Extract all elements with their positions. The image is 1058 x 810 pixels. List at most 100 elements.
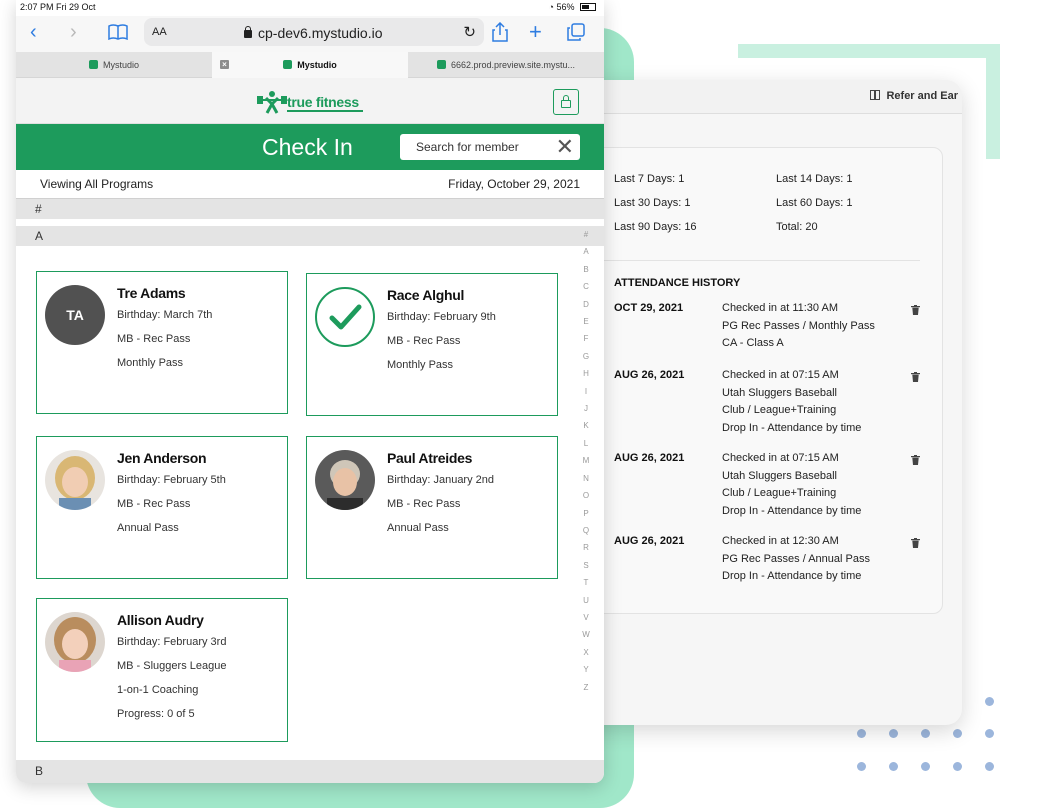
logo-text: true fitness	[287, 94, 359, 110]
status-bar: 2:07 PM Fri 29 Oct ◔ 56%	[16, 0, 604, 16]
tab-close-icon[interactable]: ×	[220, 60, 229, 69]
stat-last-90-days: Last 90 Days: 16	[614, 221, 697, 233]
checkmark-icon	[329, 304, 362, 330]
alphabet-index-letter[interactable]: P	[578, 505, 594, 522]
trash-icon[interactable]	[911, 372, 920, 382]
member-birthday: Birthday: January 2nd	[387, 474, 495, 486]
tab-mystudio-1[interactable]: Mystudio	[16, 52, 212, 78]
history-date: AUG 26, 2021	[614, 452, 685, 464]
history-line: Drop In - Attendance by time	[722, 570, 862, 582]
alphabet-index-letter[interactable]: R	[578, 539, 594, 556]
alphabet-index-letter[interactable]: U	[578, 592, 594, 609]
member-birthday: Birthday: February 3rd	[117, 636, 227, 648]
attendance-history-title: ATTENDANCE HISTORY	[614, 277, 741, 289]
gift-icon	[870, 90, 881, 100]
tabs-overview-icon[interactable]	[567, 23, 585, 41]
lock-button[interactable]	[553, 89, 579, 115]
history-line: PG Rec Passes / Monthly Pass	[722, 319, 875, 332]
member-pass: Annual Pass	[387, 522, 449, 534]
section-header-hash: #	[16, 199, 604, 219]
back-icon[interactable]: ‹	[30, 22, 37, 42]
alphabet-index-letter[interactable]: T	[578, 574, 594, 591]
battery-icon	[580, 3, 596, 11]
tab-mystudio-active[interactable]: × Mystudio	[212, 52, 408, 78]
alphabet-index-letter[interactable]: B	[578, 261, 594, 278]
member-name: Jen Anderson	[117, 450, 207, 466]
member-birthday: Birthday: February 5th	[117, 474, 226, 486]
decorative-dot	[985, 729, 994, 738]
member-card[interactable]: Race Alghul Birthday: February 9th MB - …	[306, 273, 558, 416]
history-line: Utah Sluggers Baseball	[722, 469, 837, 482]
check-in-bar: Check In Search for member ✕	[16, 124, 604, 170]
program-filter[interactable]: Viewing All Programs	[40, 177, 153, 191]
member-card[interactable]: Allison Audry Birthday: February 3rd MB …	[36, 598, 288, 742]
alphabet-index-letter[interactable]: F	[578, 330, 594, 347]
alphabet-index-letter[interactable]: W	[578, 626, 594, 643]
member-pass: Monthly Pass	[387, 359, 454, 371]
alphabet-index-letter[interactable]: X	[578, 644, 594, 661]
reader-aa-button[interactable]: AA	[152, 26, 167, 38]
tab-preview-site[interactable]: 6662.prod.preview.site.mystu...	[408, 52, 604, 78]
member-card[interactable]: Paul Atreides Birthday: January 2nd MB -…	[306, 436, 558, 579]
trash-icon[interactable]	[911, 538, 920, 548]
alphabet-index-letter[interactable]: J	[578, 400, 594, 417]
stats-divider	[598, 260, 920, 261]
address-bar[interactable]: AA cp-dev6.mystudio.io ↻	[144, 18, 484, 46]
member-pass: Annual Pass	[117, 522, 179, 534]
decorative-dot	[985, 762, 994, 771]
member-photo	[45, 450, 105, 510]
history-line: PG Rec Passes / Annual Pass	[722, 552, 870, 565]
member-pass: 1-on-1 Coaching	[117, 684, 199, 696]
reload-icon[interactable]: ↻	[463, 23, 476, 41]
alphabet-index-letter[interactable]: Q	[578, 522, 594, 539]
alphabet-index-letter[interactable]: S	[578, 557, 594, 574]
clear-search-icon[interactable]: ✕	[556, 135, 574, 159]
decorative-dot	[921, 729, 930, 738]
member-search-input[interactable]: Search for member ✕	[400, 134, 580, 160]
decorative-dot	[857, 729, 866, 738]
alphabet-index-letter[interactable]: A	[578, 243, 594, 260]
refer-and-earn-button[interactable]: Refer and Ear	[870, 90, 958, 102]
url-value: cp-dev6.mystudio.io	[258, 25, 383, 41]
alphabet-index-letter[interactable]: C	[578, 278, 594, 295]
bookmarks-icon[interactable]	[108, 24, 128, 40]
status-time: 2:07 PM Fri 29 Oct	[20, 2, 96, 12]
alphabet-index-letter[interactable]: L	[578, 435, 594, 452]
app-header: true fitness	[16, 78, 604, 124]
member-program: MB - Rec Pass	[387, 335, 461, 347]
trash-icon[interactable]	[911, 455, 920, 465]
member-card[interactable]: Jen Anderson Birthday: February 5th MB -…	[36, 436, 288, 579]
battery-percent: 56%	[556, 2, 575, 12]
logo-underline	[287, 110, 363, 112]
trash-icon[interactable]	[911, 305, 920, 315]
alphabet-index-letter[interactable]: D	[578, 296, 594, 313]
member-card[interactable]: TA Tre Adams Birthday: March 7th MB - Re…	[36, 271, 288, 414]
share-icon[interactable]	[492, 22, 508, 42]
alphabet-index-letter[interactable]: #	[578, 226, 594, 243]
alphabet-index-letter[interactable]: Z	[578, 679, 594, 696]
alphabet-index-letter[interactable]: E	[578, 313, 594, 330]
barbell-icon	[257, 91, 287, 114]
alphabet-index-letter[interactable]: K	[578, 417, 594, 434]
member-name: Paul Atreides	[387, 450, 473, 466]
decorative-dot	[985, 697, 994, 706]
history-line: Drop In - Attendance by time	[722, 504, 862, 517]
history-details: Checked in at 07:15 AM Utah Sluggers Bas…	[722, 367, 861, 437]
alphabet-index-letter[interactable]: M	[578, 452, 594, 469]
alphabet-index-letter[interactable]: Y	[578, 661, 594, 678]
member-name: Tre Adams	[117, 285, 186, 301]
alphabet-index-letter[interactable]: G	[578, 348, 594, 365]
attendance-panel: Refer and Ear Last 7 Days: 1 Last 14 Day…	[560, 80, 962, 725]
lock-icon	[244, 26, 252, 38]
stat-last-30-days: Last 30 Days: 1	[614, 197, 691, 209]
mystudio-favicon-icon	[436, 60, 446, 69]
alphabet-index-letter[interactable]: N	[578, 470, 594, 487]
forward-icon[interactable]: ›	[70, 22, 77, 42]
alphabet-index-letter[interactable]: H	[578, 365, 594, 382]
alphabet-index-letter[interactable]: O	[578, 487, 594, 504]
checked-in-avatar	[315, 287, 375, 347]
history-date: AUG 26, 2021	[614, 369, 685, 381]
alphabet-index-letter[interactable]: V	[578, 609, 594, 626]
new-tab-icon[interactable]: +	[529, 21, 542, 43]
alphabet-index-letter[interactable]: I	[578, 383, 594, 400]
